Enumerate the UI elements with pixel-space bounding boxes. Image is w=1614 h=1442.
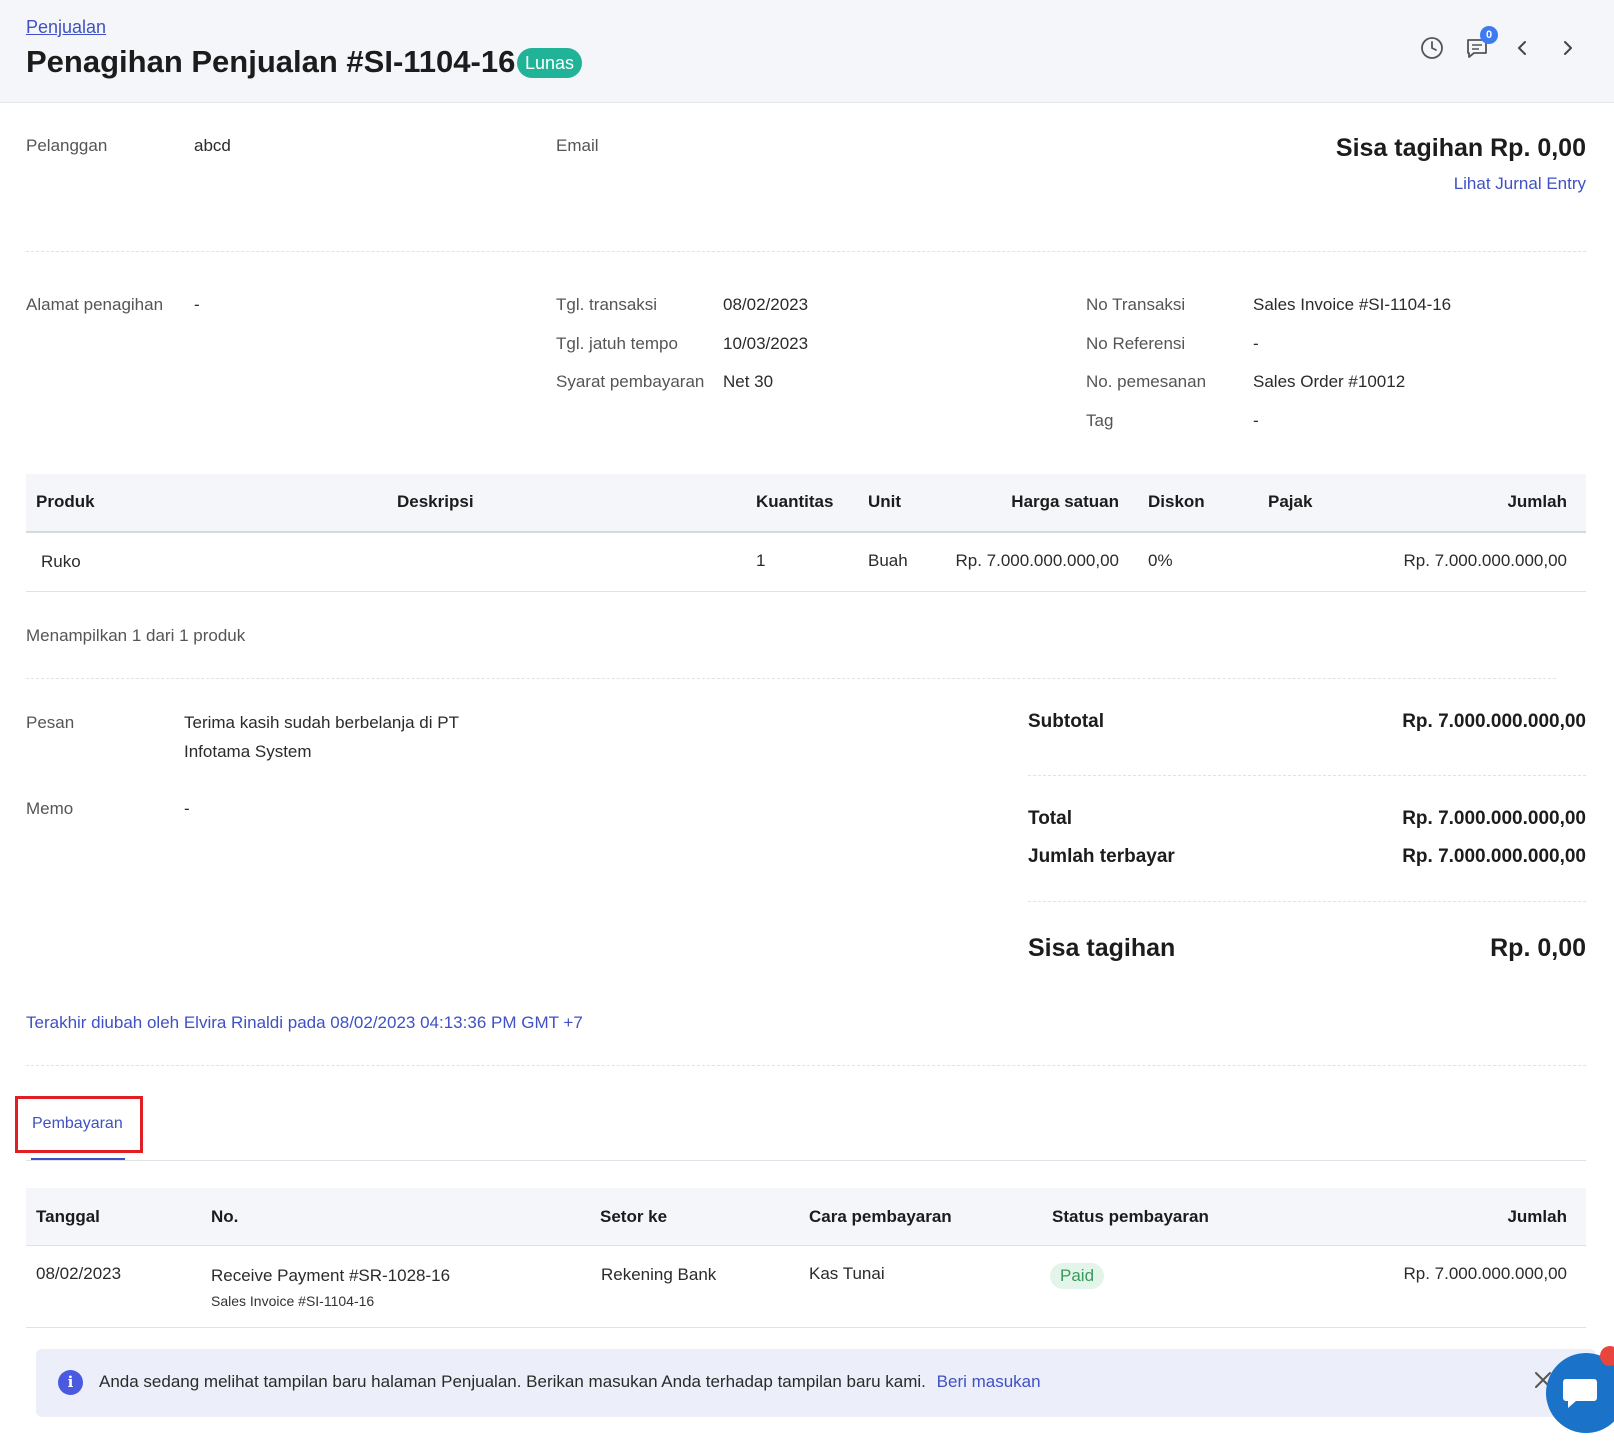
notification-count-badge: 0 [1480, 26, 1498, 44]
divider [26, 251, 1586, 252]
amount-paid-label: Jumlah terbayar [1028, 846, 1175, 867]
col-header-amount: Jumlah [1507, 492, 1567, 511]
col-header-tax: Pajak [1268, 492, 1313, 511]
total-value: Rp. 7.000.000.000,00 [1402, 808, 1586, 829]
history-icon[interactable] [1418, 34, 1446, 62]
billing-address-label: Alamat penagihan [26, 295, 164, 314]
col-header-deposit-to: Setor ke [600, 1207, 668, 1226]
chat-notification-dot [1600, 1346, 1614, 1366]
col-header-number: No. [211, 1207, 239, 1226]
customer-label: Pelanggan [26, 136, 108, 155]
subtotal-value: Rp. 7.000.000.000,00 [1402, 711, 1586, 732]
billing-address-value: - [194, 295, 200, 314]
transaction-date-value: 08/02/2023 [723, 295, 809, 314]
payment-status-badge: Paid [1050, 1263, 1105, 1289]
last-modified-link[interactable]: Terakhir diubah oleh Elvira Rinaldi pada… [26, 1013, 583, 1033]
due-date-label: Tgl. jatuh tempo [556, 334, 678, 353]
transaction-no-label: No Transaksi [1086, 295, 1186, 314]
tag-label: Tag [1086, 411, 1114, 430]
product-link[interactable]: Ruko [41, 552, 81, 572]
chevron-right-icon[interactable] [1554, 34, 1582, 62]
chat-icon [1563, 1379, 1597, 1408]
banner-text: Anda sedang melihat tampilan baru halama… [99, 1372, 1041, 1392]
sales-order-link[interactable]: Sales Order #10012 [1253, 372, 1405, 392]
reference-no-value: - [1253, 334, 1259, 353]
col-header-product: Produk [36, 492, 95, 511]
breadcrumb-penjualan[interactable]: Penjualan [26, 17, 106, 38]
product-amount: Rp. 7.000.000.000,00 [1403, 551, 1567, 570]
col-header-quantity: Kuantitas [756, 492, 834, 511]
customer-link[interactable]: abcd [194, 136, 231, 156]
divider [1028, 775, 1586, 776]
feedback-link[interactable]: Beri masukan [937, 1372, 1041, 1391]
balance-label: Sisa tagihan [1028, 934, 1176, 962]
products-count-text: Menampilkan 1 dari 1 produk [26, 626, 246, 645]
transaction-date-label: Tgl. transaksi [556, 295, 658, 314]
tag-value: - [1253, 411, 1259, 430]
deposit-account-link[interactable]: Rekening Bank [601, 1265, 716, 1285]
divider [26, 678, 1556, 679]
payment-terms-label: Syarat pembayaran [556, 372, 705, 391]
memo-label: Memo [26, 799, 74, 818]
journal-entry-link[interactable]: Lihat Jurnal Entry [1454, 174, 1586, 194]
transaction-no-value: Sales Invoice #SI-1104-16 [1253, 295, 1452, 314]
message-line-1: Terima kasih sudah berbelanja di PT [184, 713, 459, 732]
divider [26, 1327, 1586, 1328]
subtotal-label: Subtotal [1028, 711, 1104, 732]
chat-launcher-button[interactable] [1546, 1353, 1614, 1433]
col-header-description: Deskripsi [397, 492, 474, 511]
payment-terms-value: Net 30 [723, 372, 774, 391]
col-header-date: Tanggal [36, 1207, 100, 1226]
product-discount: 0% [1148, 551, 1173, 570]
page-title: Penagihan Penjualan #SI-1104-16 [26, 44, 516, 79]
status-badge: Lunas [517, 48, 583, 78]
divider [26, 1245, 1586, 1246]
payment-method: Kas Tunai [809, 1264, 885, 1283]
tab-pembayaran[interactable]: Pembayaran [32, 1115, 123, 1133]
divider [26, 1065, 1586, 1066]
reference-no-label: No Referensi [1086, 334, 1186, 353]
divider [26, 591, 1586, 592]
page-header: Penjualan Penagihan Penjualan #SI-1104-1… [0, 0, 1614, 103]
col-header-payment-status: Status pembayaran [1052, 1207, 1209, 1226]
total-label: Total [1028, 808, 1072, 829]
payments-table-header [26, 1188, 1586, 1245]
payment-date: 08/02/2023 [36, 1264, 122, 1283]
col-header-discount: Diskon [1148, 492, 1205, 511]
payment-amount: Rp. 7.000.000.000,00 [1403, 1264, 1567, 1283]
chevron-left-icon[interactable] [1508, 34, 1536, 62]
divider [26, 531, 1586, 533]
info-icon: i [58, 1370, 83, 1395]
memo-value: - [184, 799, 190, 818]
email-label: Email [556, 136, 599, 155]
col-header-unit-price: Harga satuan [1011, 492, 1119, 511]
product-qty: 1 [756, 551, 766, 570]
receive-payment-link[interactable]: Receive Payment #SR-1028-16 [211, 1266, 450, 1286]
amount-paid-value: Rp. 7.000.000.000,00 [1402, 846, 1586, 867]
divider [1028, 901, 1586, 902]
col-header-payment-method: Cara pembayaran [809, 1207, 952, 1226]
balance-value: Rp. 0,00 [1490, 934, 1586, 962]
col-header-payment-amount: Jumlah [1507, 1207, 1567, 1226]
banner-message: Anda sedang melihat tampilan baru halama… [99, 1372, 926, 1391]
divider [26, 1160, 1586, 1161]
balance-due-summary: Sisa tagihan Rp. 0,00 [1335, 134, 1586, 162]
col-header-unit: Unit [868, 492, 902, 511]
product-unit-price: Rp. 7.000.000.000,00 [955, 551, 1119, 570]
order-no-label: No. pemesanan [1086, 372, 1207, 391]
message-label: Pesan [26, 713, 75, 732]
message-line-2: Infotama System [184, 742, 312, 761]
due-date-value: 10/03/2023 [723, 334, 809, 353]
product-unit: Buah [868, 551, 908, 570]
payment-invoice-ref: Sales Invoice #SI-1104-16 [211, 1293, 375, 1309]
